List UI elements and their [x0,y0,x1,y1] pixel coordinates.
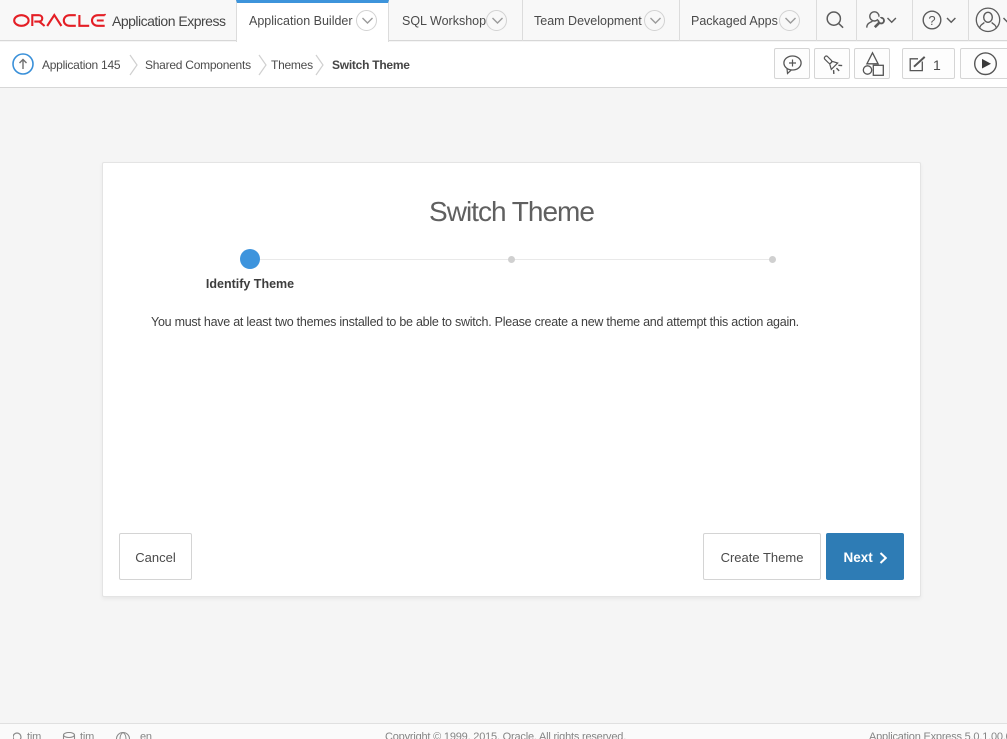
svg-text:?: ? [928,13,935,28]
